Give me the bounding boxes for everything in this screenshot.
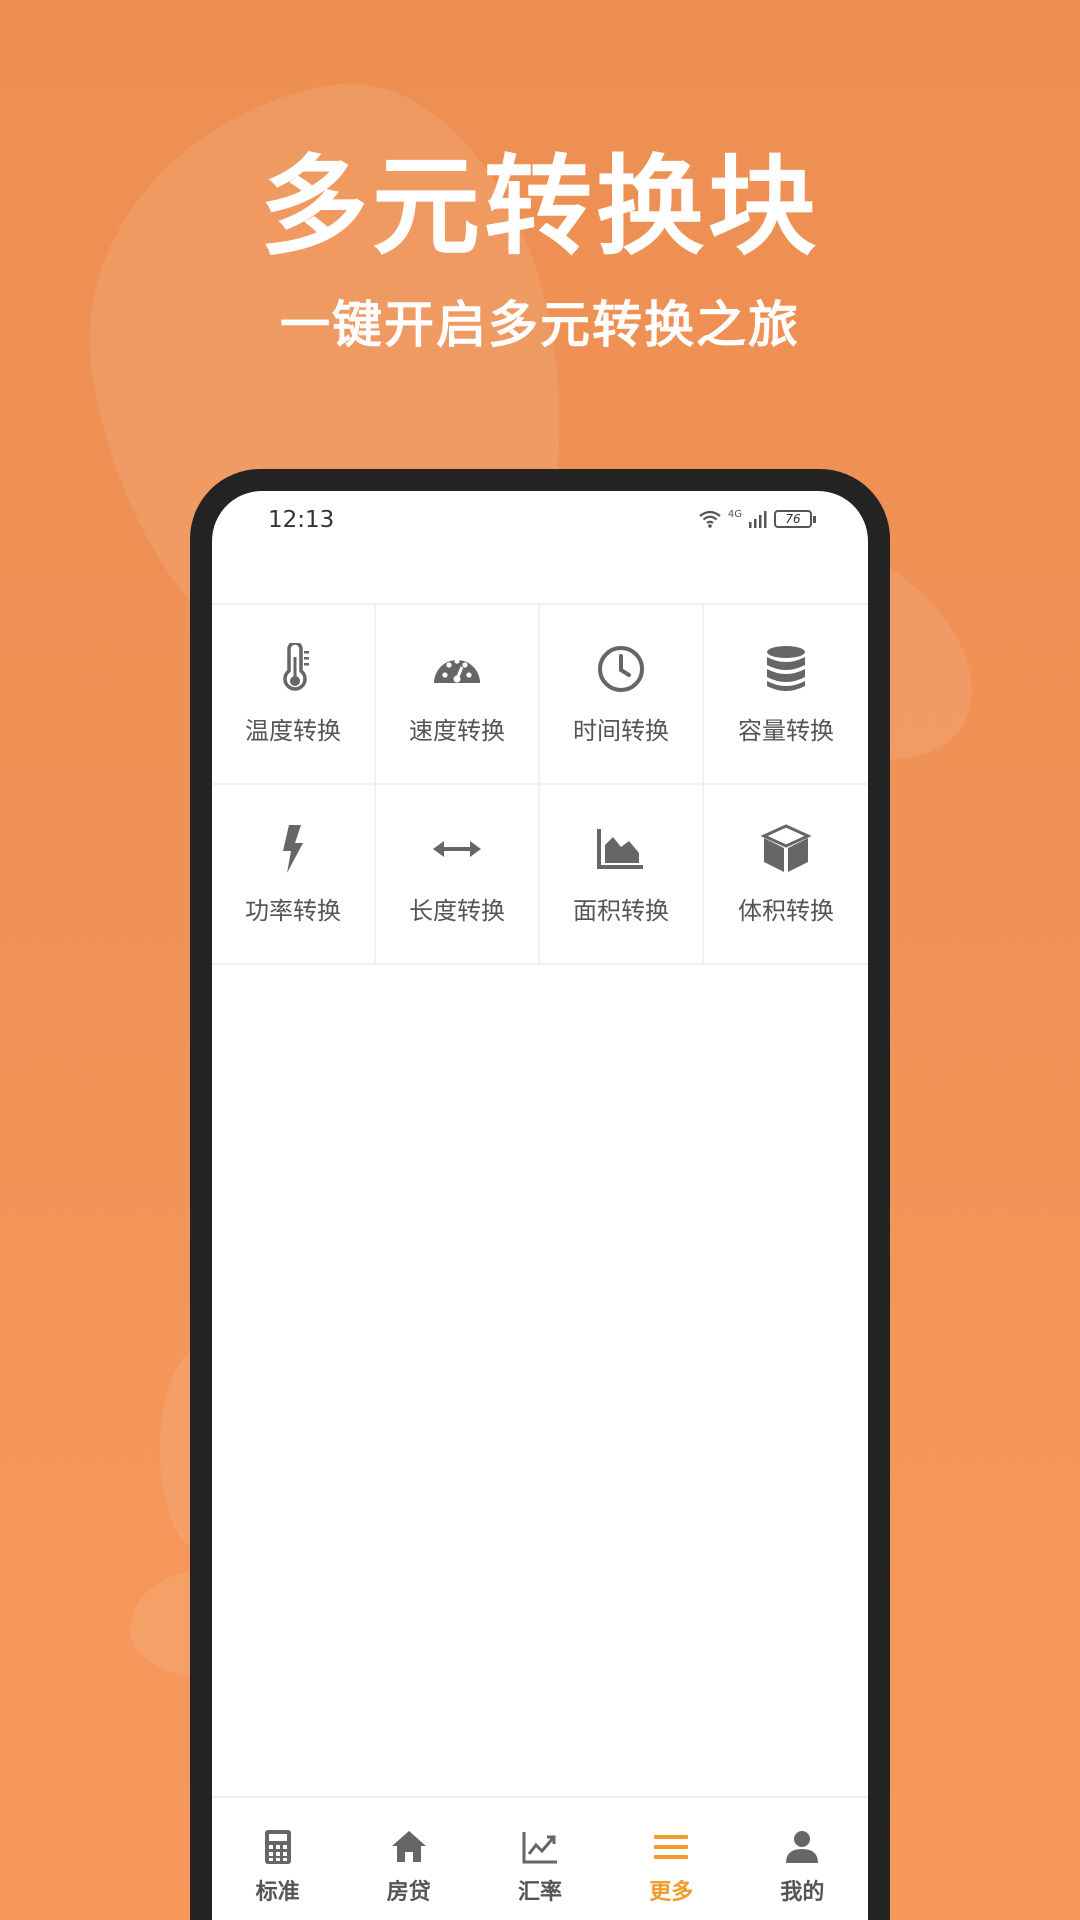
- converter-label: 时间转换: [573, 716, 669, 745]
- converter-volume[interactable]: 体积转换: [704, 785, 868, 965]
- promo-headline: 多元转换块: [259, 145, 820, 270]
- speedometer-icon: [434, 657, 480, 683]
- converter-speed[interactable]: 速度转换: [376, 605, 540, 785]
- converter-grid: 温度转换 速度转换 时间转换 容量转换 功率转换 长度转换 面积转换 体积转换: [212, 603, 868, 965]
- user-icon: [786, 1831, 819, 1863]
- converter-power[interactable]: 功率转换: [212, 785, 376, 965]
- converter-label: 体积转换: [738, 896, 834, 925]
- wifi-icon: [699, 510, 721, 528]
- promo-subheadline: 一键开启多元转换之旅: [280, 296, 800, 354]
- double-arrow-icon: [433, 840, 481, 857]
- phone-screen: 12:13 4G 76 温度转换 速度转换 时间转换 容量转换 功率转换 长度转…: [212, 491, 868, 1920]
- tab-profile[interactable]: 我的: [737, 1798, 868, 1920]
- tab-standard[interactable]: 标准: [212, 1798, 343, 1920]
- tab-label: 标准: [255, 1880, 300, 1905]
- signal-icon: [749, 511, 767, 528]
- converter-label: 长度转换: [409, 896, 505, 925]
- calculator-icon: [264, 1830, 291, 1864]
- tab-exchange-rate[interactable]: 汇率: [474, 1798, 605, 1920]
- converter-temperature[interactable]: 温度转换: [212, 605, 376, 785]
- converter-length[interactable]: 长度转换: [376, 785, 540, 965]
- battery-level: 76: [785, 512, 801, 526]
- tab-label: 房贷: [386, 1880, 431, 1905]
- menu-icon: [654, 1835, 689, 1859]
- area-chart-icon: [597, 828, 643, 869]
- converter-area[interactable]: 面积转换: [540, 785, 704, 965]
- bottom-tab-bar: 标准 房贷 汇率 更多 我的: [212, 1796, 868, 1920]
- converter-time[interactable]: 时间转换: [540, 605, 704, 785]
- tab-mortgage[interactable]: 房贷: [343, 1798, 474, 1920]
- cube-icon: [760, 823, 812, 872]
- clock-icon: [598, 645, 644, 692]
- status-time: 12:13: [268, 507, 335, 533]
- converter-label: 容量转换: [738, 716, 834, 745]
- converter-label: 面积转换: [573, 896, 669, 925]
- tab-more[interactable]: 更多: [606, 1798, 737, 1920]
- converter-label: 功率转换: [245, 896, 341, 925]
- converter-label: 速度转换: [409, 716, 505, 745]
- converter-capacity[interactable]: 容量转换: [704, 605, 868, 785]
- tab-label: 汇率: [518, 1880, 563, 1905]
- lightning-bolt-icon: [283, 824, 303, 873]
- phone-frame: 12:13 4G 76 温度转换 速度转换 时间转换 容量转换 功率转换 长度转…: [190, 469, 890, 1920]
- converter-label: 温度转换: [245, 716, 341, 745]
- line-chart-icon: [522, 1832, 557, 1864]
- status-icons: 4G 76: [698, 509, 816, 529]
- thermometer-icon: [283, 642, 309, 691]
- battery-icon: 76: [774, 510, 816, 528]
- home-icon: [391, 1831, 426, 1862]
- database-icon: [767, 645, 805, 691]
- tab-label: 更多: [649, 1880, 694, 1905]
- status-bar: 12:13 4G 76: [212, 491, 868, 571]
- tab-label: 我的: [780, 1880, 825, 1905]
- network-type: 4G: [727, 509, 742, 520]
